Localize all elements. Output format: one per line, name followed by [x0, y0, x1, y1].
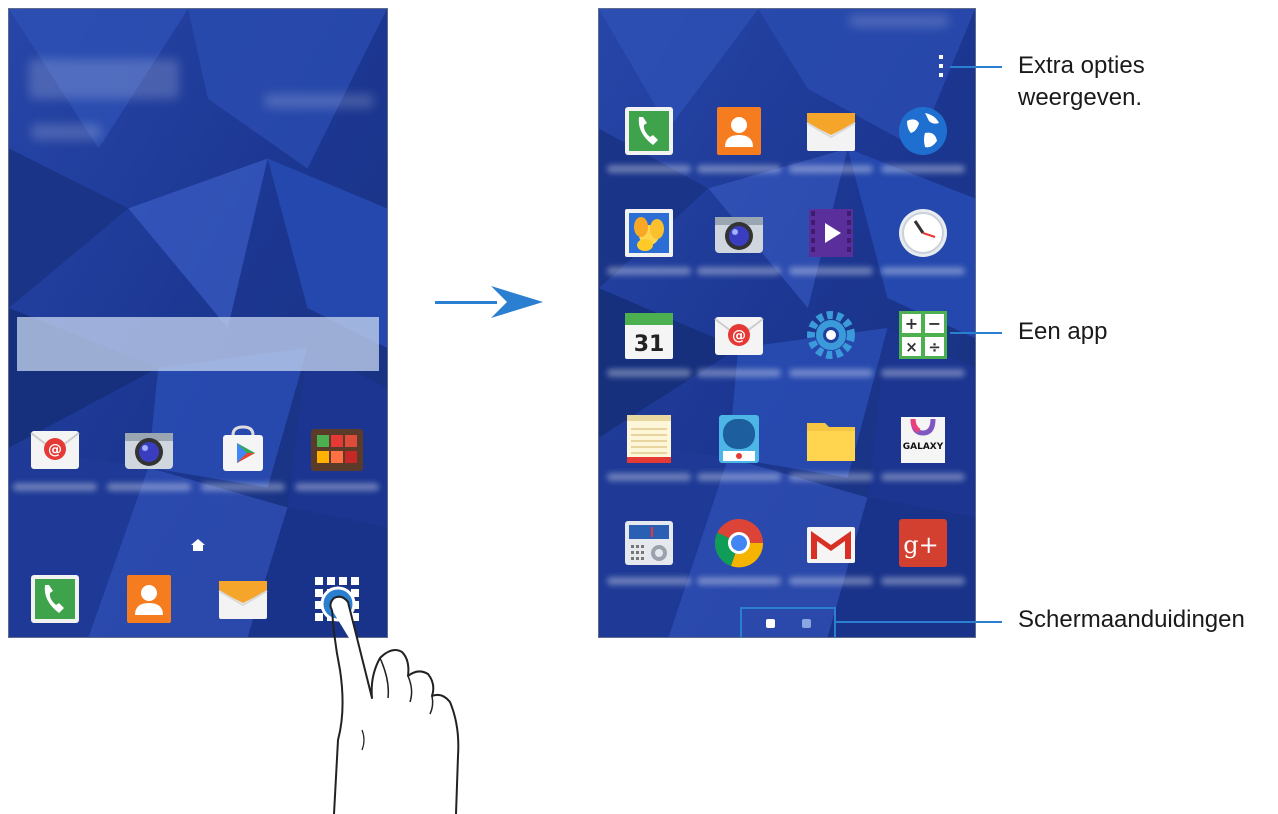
phone-app[interactable]	[607, 103, 691, 173]
video-app[interactable]	[789, 205, 873, 275]
settings-icon	[807, 311, 855, 359]
play-store-icon	[223, 425, 263, 471]
play-store-app[interactable]	[201, 421, 285, 491]
internet-app[interactable]	[881, 103, 965, 173]
video-icon	[809, 209, 853, 257]
voice-recorder-icon	[719, 415, 759, 463]
apps-screen: 31 @ + − × ÷ GALAXY g+	[598, 8, 976, 638]
callout-screen-indicators: Schermaanduidingen	[1018, 606, 1245, 633]
google-folder-icon	[311, 429, 363, 471]
email-app[interactable]: @	[13, 421, 97, 491]
clock-app[interactable]	[881, 205, 965, 275]
calendar-app[interactable]: 31	[607, 307, 691, 377]
phone-app[interactable]	[27, 571, 83, 627]
google-search-bar[interactable]	[17, 317, 379, 371]
phone-icon	[31, 575, 79, 623]
calendar-day-text: 31	[634, 332, 665, 357]
chrome-icon	[714, 519, 764, 568]
memo-app[interactable]	[607, 411, 691, 481]
galaxy-apps-app[interactable]: GALAXY	[881, 411, 965, 481]
svg-text:@: @	[732, 328, 746, 344]
galaxy-text: GALAXY	[903, 442, 944, 452]
svg-text:×: ×	[905, 338, 918, 356]
my-files-icon	[807, 423, 855, 461]
calculator-app[interactable]: + − × ÷	[881, 307, 965, 377]
gplus-text: g+	[903, 531, 938, 559]
email-icon: @	[714, 317, 764, 355]
phone-icon	[625, 107, 673, 155]
home-screen: @	[8, 8, 388, 638]
google-plus-icon: g+	[899, 519, 947, 567]
tap-finger-illustration	[320, 586, 460, 814]
google-plus-app[interactable]: g+	[881, 515, 965, 585]
contacts-icon	[717, 107, 761, 155]
callout-line-options	[950, 66, 1002, 68]
svg-text:@: @	[48, 442, 62, 458]
radio-app[interactable]	[607, 515, 691, 585]
email-app[interactable]: @	[697, 307, 781, 377]
screen-indicators	[740, 607, 836, 637]
internet-icon	[899, 107, 947, 155]
gmail-icon	[807, 527, 855, 563]
callout-line-app	[950, 332, 1002, 334]
galaxy-apps-icon: GALAXY	[901, 417, 945, 463]
home-page-icon	[191, 539, 205, 551]
camera-app[interactable]	[697, 205, 781, 275]
gmail-app[interactable]	[789, 515, 873, 585]
email-icon: @	[30, 431, 80, 469]
calculator-icon: + −× ÷	[899, 311, 947, 359]
settings-app[interactable]	[789, 307, 873, 377]
google-folder-app[interactable]	[295, 421, 379, 491]
transition-arrow	[435, 286, 543, 318]
messages-app[interactable]	[789, 103, 873, 173]
radio-icon	[625, 521, 673, 565]
clock-widget	[29, 59, 179, 99]
callout-an-app: Een app	[1018, 318, 1108, 345]
contacts-icon	[127, 575, 171, 623]
gallery-app[interactable]	[607, 205, 691, 275]
voice-recorder-app[interactable]	[697, 411, 781, 481]
weather-widget	[264, 94, 374, 108]
page-indicator-inactive[interactable]	[802, 619, 811, 628]
messages-icon	[806, 113, 856, 151]
messages-app[interactable]	[215, 571, 271, 627]
status-bar	[849, 15, 949, 27]
callout-line-indicators	[836, 621, 1002, 623]
memo-icon	[627, 415, 671, 463]
clock-icon	[899, 209, 947, 257]
svg-text:÷: ÷	[928, 338, 941, 356]
chrome-app[interactable]	[697, 515, 781, 585]
camera-app[interactable]	[107, 421, 191, 491]
messages-icon	[218, 581, 268, 619]
callout-more-options: Extra opties weergeven.	[1018, 52, 1145, 111]
gallery-icon	[625, 209, 673, 257]
more-options-button[interactable]	[934, 53, 948, 81]
date-widget	[31, 124, 101, 140]
contacts-app[interactable]	[697, 103, 781, 173]
page-indicator-active[interactable]	[766, 619, 775, 628]
camera-icon	[125, 433, 173, 469]
contacts-app[interactable]	[121, 571, 177, 627]
svg-text:+: +	[905, 314, 918, 333]
my-files-app[interactable]	[789, 411, 873, 481]
svg-text:−: −	[928, 314, 941, 333]
camera-icon	[715, 217, 763, 253]
calendar-icon: 31	[625, 313, 673, 359]
